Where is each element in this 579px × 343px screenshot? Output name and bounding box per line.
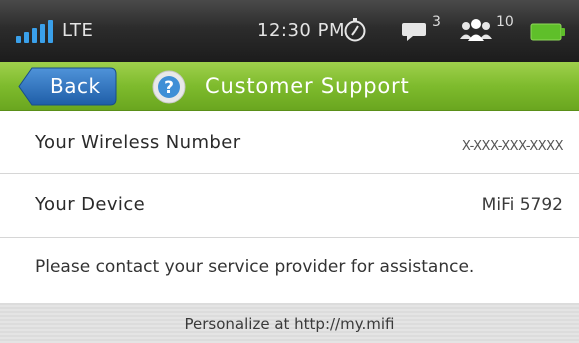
device-value: MiFi 5792 [481, 195, 563, 215]
back-label: Back [50, 74, 101, 98]
wireless-number-value: X-XXX-XXX-XXXX [461, 139, 564, 154]
device-row: Your Device MiFi 5792 [0, 175, 579, 238]
network-type: LTE [62, 20, 94, 41]
page-title: Customer Support [205, 74, 410, 98]
users-icon [460, 19, 492, 41]
signal-bars-icon [16, 19, 56, 43]
header-bar: Back ? Customer Support [0, 62, 579, 111]
users-count: 10 [496, 14, 514, 30]
battery-icon [530, 23, 565, 41]
svg-text:?: ? [164, 78, 174, 98]
stopwatch-icon [344, 18, 366, 42]
footer: Personalize at http://my.mifi [0, 303, 579, 343]
status-clock: 12:30 PM [257, 20, 345, 41]
status-bar: LTE 12:30 PM 3 10 [0, 0, 579, 62]
back-button[interactable]: Back [18, 67, 117, 106]
messages-count: 3 [432, 14, 441, 30]
wireless-number-row: Your Wireless Number X-XXX-XXX-XXXX [0, 111, 579, 174]
help-icon: ? [152, 70, 186, 104]
support-notice: Please contact your service provider for… [35, 257, 475, 277]
personalize-link[interactable]: Personalize at http://my.mifi [0, 315, 579, 333]
device-label: Your Device [35, 194, 146, 215]
wireless-number-label: Your Wireless Number [35, 132, 241, 153]
message-icon [402, 23, 426, 41]
